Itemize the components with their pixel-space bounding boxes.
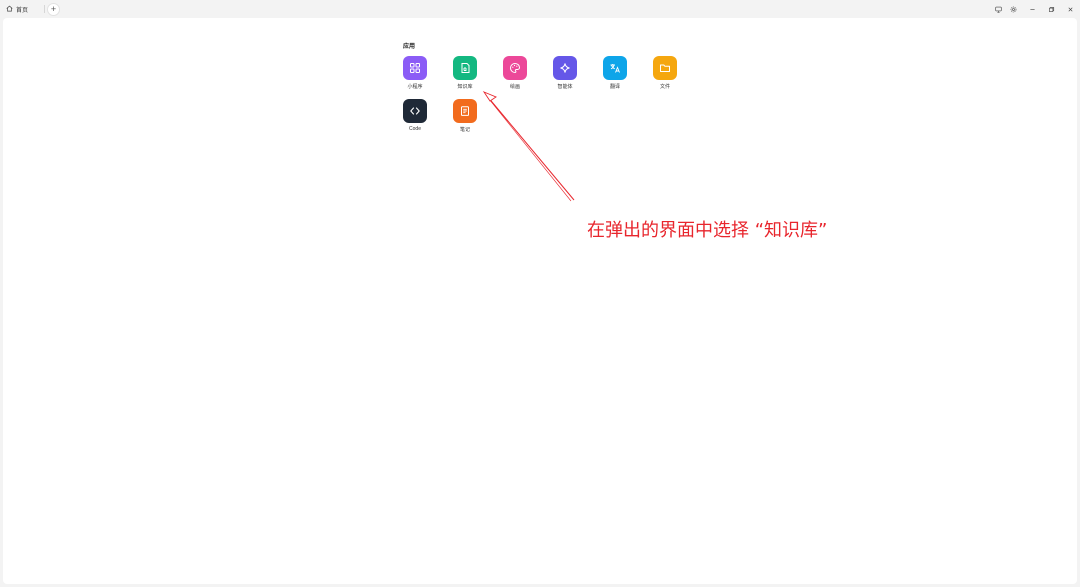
close-icon [1068,7,1072,11]
settings-button[interactable] [1008,4,1018,14]
app-label: 小程序 [407,84,423,90]
annotation-text: 在弹出的界面中选择 “知识库” [587,220,828,241]
sparkle-icon [560,63,570,73]
new-tab-button[interactable]: + [47,3,60,16]
tab-home[interactable]: 首页 [6,2,42,16]
tab-divider [44,5,45,13]
app-label: Code [409,126,421,132]
app-label: 翻译 [609,84,620,90]
minimize-icon [1029,8,1035,10]
home-icon [6,5,13,14]
app-mini-program[interactable]: 小程序 [397,56,433,96]
monitor-icon [994,6,1002,13]
app-files[interactable]: 文件 [647,56,683,96]
app-tile [653,56,677,80]
app-tile [553,56,577,80]
app-label: 知识库 [457,84,473,90]
app-tile [503,56,527,80]
plus-icon: + [50,4,57,14]
note-icon [461,106,469,116]
app-knowledge-base[interactable]: 知识库 [447,56,483,96]
app-code[interactable]: Code [397,99,433,139]
grid-icon [410,63,420,73]
folder-icon [660,64,670,72]
main-content [3,18,1077,584]
app-label: 绘画 [509,84,520,90]
code-icon [410,107,420,115]
close-button[interactable] [1065,4,1075,14]
tab-label: 首页 [16,7,29,14]
restore-icon [1048,6,1054,12]
app-tile [403,99,427,123]
section-title: 应用 [403,44,416,50]
app-painting[interactable]: 绘画 [497,56,533,96]
minimize-button[interactable] [1027,4,1037,14]
gear-icon [1010,6,1016,12]
title-bar: 首页 + [0,0,1080,18]
app-tile [453,56,477,80]
app-agent[interactable]: 智能体 [547,56,583,96]
app-tile [603,56,627,80]
restore-button[interactable] [1046,4,1056,14]
book-icon [461,63,470,73]
app-label: 智能体 [557,84,573,90]
monitor-button[interactable] [993,4,1003,14]
app-notes[interactable]: 笔记 [447,99,483,139]
app-label: 笔记 [459,127,470,133]
translate-icon [610,64,620,73]
app-tile [403,56,427,80]
app-tile [453,99,477,123]
app-label: 文件 [659,84,670,90]
app-translate[interactable]: 翻译 [597,56,633,96]
palette-icon [510,62,521,74]
